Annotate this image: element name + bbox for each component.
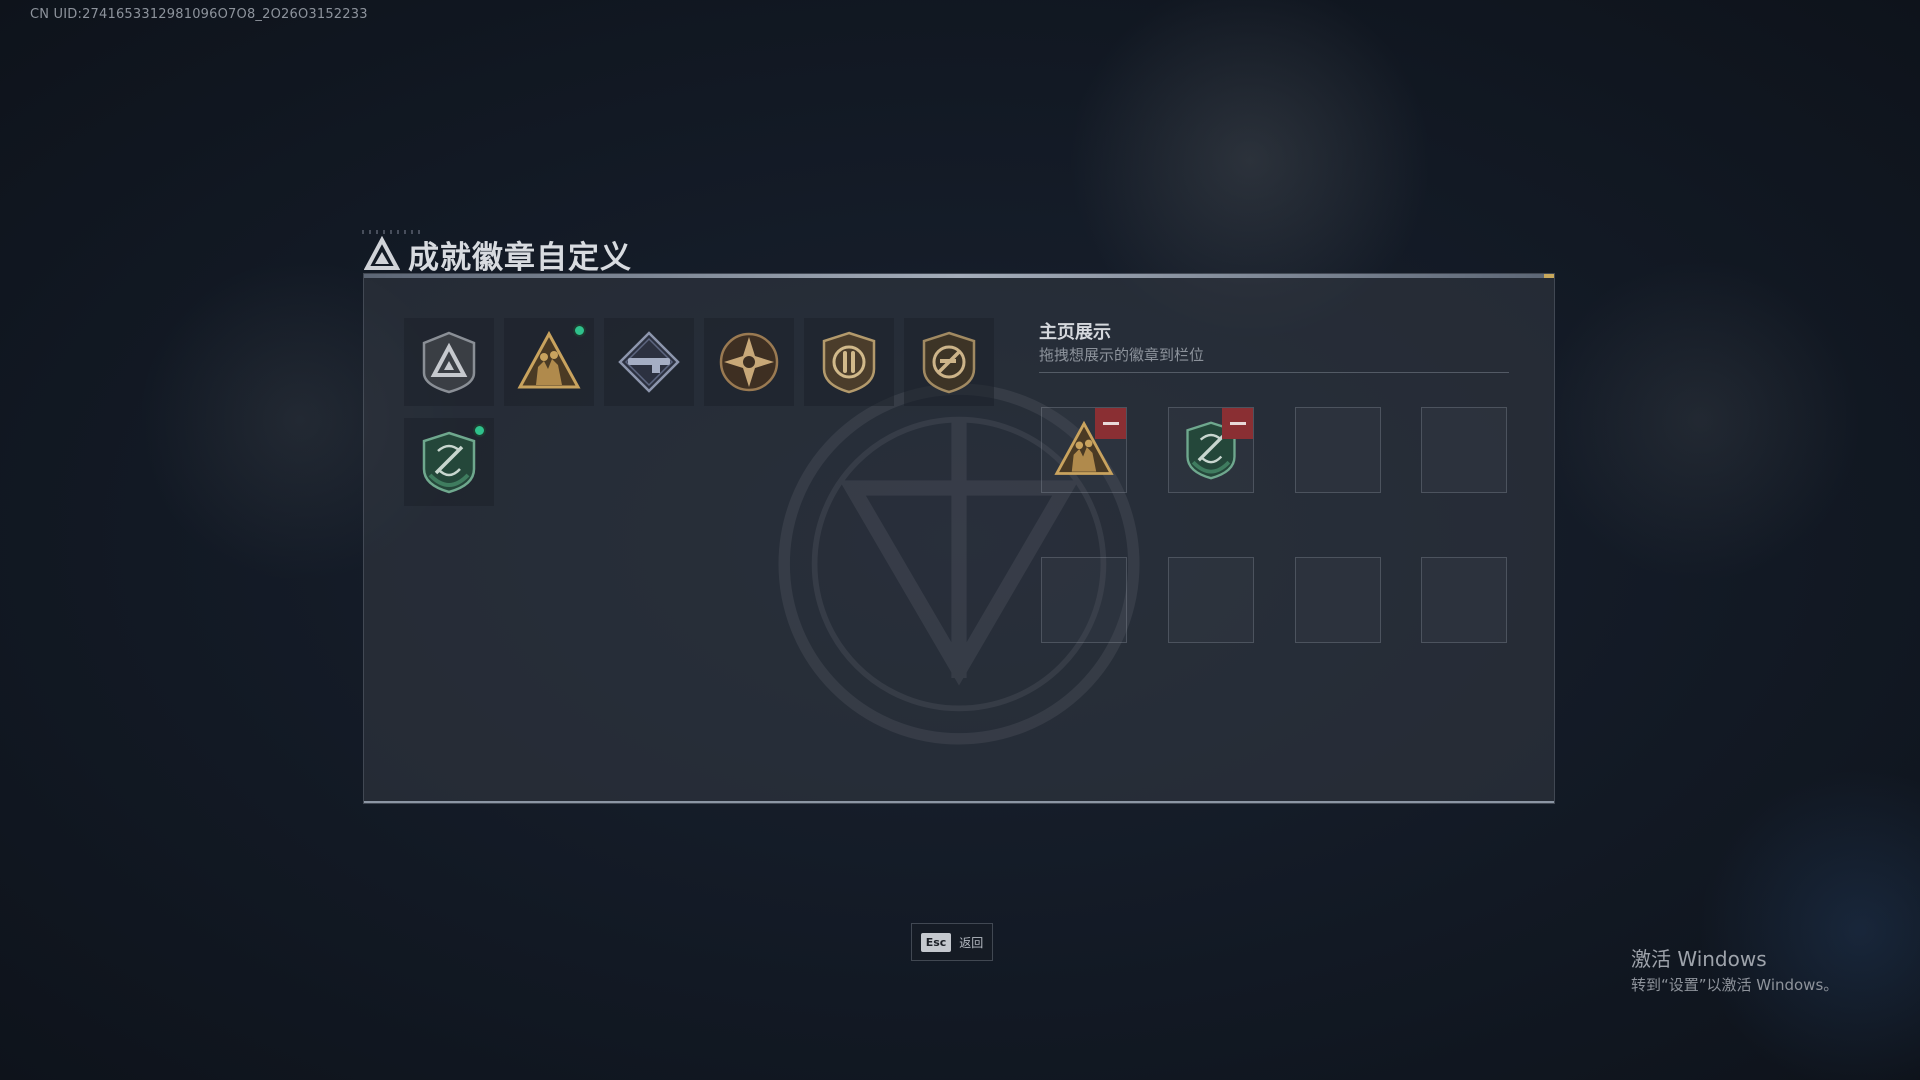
- rifle-diamond-badge-icon: [618, 331, 680, 393]
- minus-icon: [1102, 422, 1119, 425]
- badge-item-bullet-shield[interactable]: [804, 318, 894, 406]
- esc-key-label: Esc: [920, 932, 952, 952]
- windows-activation-notice: 激活 Windows 转到“设置”以激活 Windows。: [1631, 943, 1838, 995]
- display-slot-3[interactable]: [1295, 407, 1381, 493]
- display-section-hint: 拖拽想展示的徽章到栏位: [1039, 346, 1205, 364]
- minus-icon: [1229, 422, 1246, 425]
- badge-item-triangle-shield[interactable]: [404, 318, 494, 406]
- page-title: 成就徽章自定义: [408, 239, 632, 276]
- new-badge-indicator: [473, 424, 486, 437]
- panel-bottom-line: [364, 801, 1554, 803]
- badge-item-no-weapon-shield[interactable]: [904, 318, 994, 406]
- page-header: 成就徽章自定义: [364, 232, 632, 276]
- display-slot-4[interactable]: [1421, 407, 1507, 493]
- badge-item-star-compass[interactable]: [704, 318, 794, 406]
- display-section-title: 主页展示: [1039, 322, 1111, 343]
- remove-badge-button[interactable]: [1095, 408, 1126, 439]
- new-badge-indicator: [573, 324, 586, 337]
- uid-label: CN UID:2741653312981096O7O8_2O26O3152233: [30, 7, 368, 22]
- star-compass-badge-icon: [719, 332, 779, 392]
- remove-badge-button[interactable]: [1222, 408, 1253, 439]
- display-slot-1[interactable]: [1041, 407, 1127, 493]
- display-slot-7[interactable]: [1295, 557, 1381, 643]
- display-slot-6[interactable]: [1168, 557, 1254, 643]
- bullet-shield-badge-icon: [822, 331, 876, 394]
- no-weapon-shield-badge-icon: [922, 331, 976, 394]
- panel-top-bar: [364, 274, 1554, 278]
- display-slot-2[interactable]: [1168, 407, 1254, 493]
- display-divider: [1039, 372, 1509, 373]
- badge-customization-panel: 主页展示 拖拽想展示的徽章到栏位: [363, 273, 1555, 804]
- green-swords-shield-badge-icon: [422, 431, 476, 494]
- back-button[interactable]: Esc 返回: [911, 923, 993, 961]
- activation-subtitle: 转到“设置”以激活 Windows。: [1631, 976, 1839, 994]
- badge-item-green-swords-shield[interactable]: [404, 418, 494, 506]
- back-label: 返回: [959, 935, 984, 950]
- triangle-logo-icon: [364, 236, 400, 270]
- activation-title: 激活 Windows: [1631, 947, 1767, 971]
- soldiers-triangle-badge-icon: [517, 330, 581, 389]
- badge-item-rifle-diamond[interactable]: [604, 318, 694, 406]
- display-slot-8[interactable]: [1421, 557, 1507, 643]
- badge-item-soldiers-triangle[interactable]: [504, 318, 594, 406]
- display-slot-5[interactable]: [1041, 557, 1127, 643]
- panel-top-accent: [1544, 274, 1554, 278]
- triangle-shield-badge-icon: [422, 331, 476, 394]
